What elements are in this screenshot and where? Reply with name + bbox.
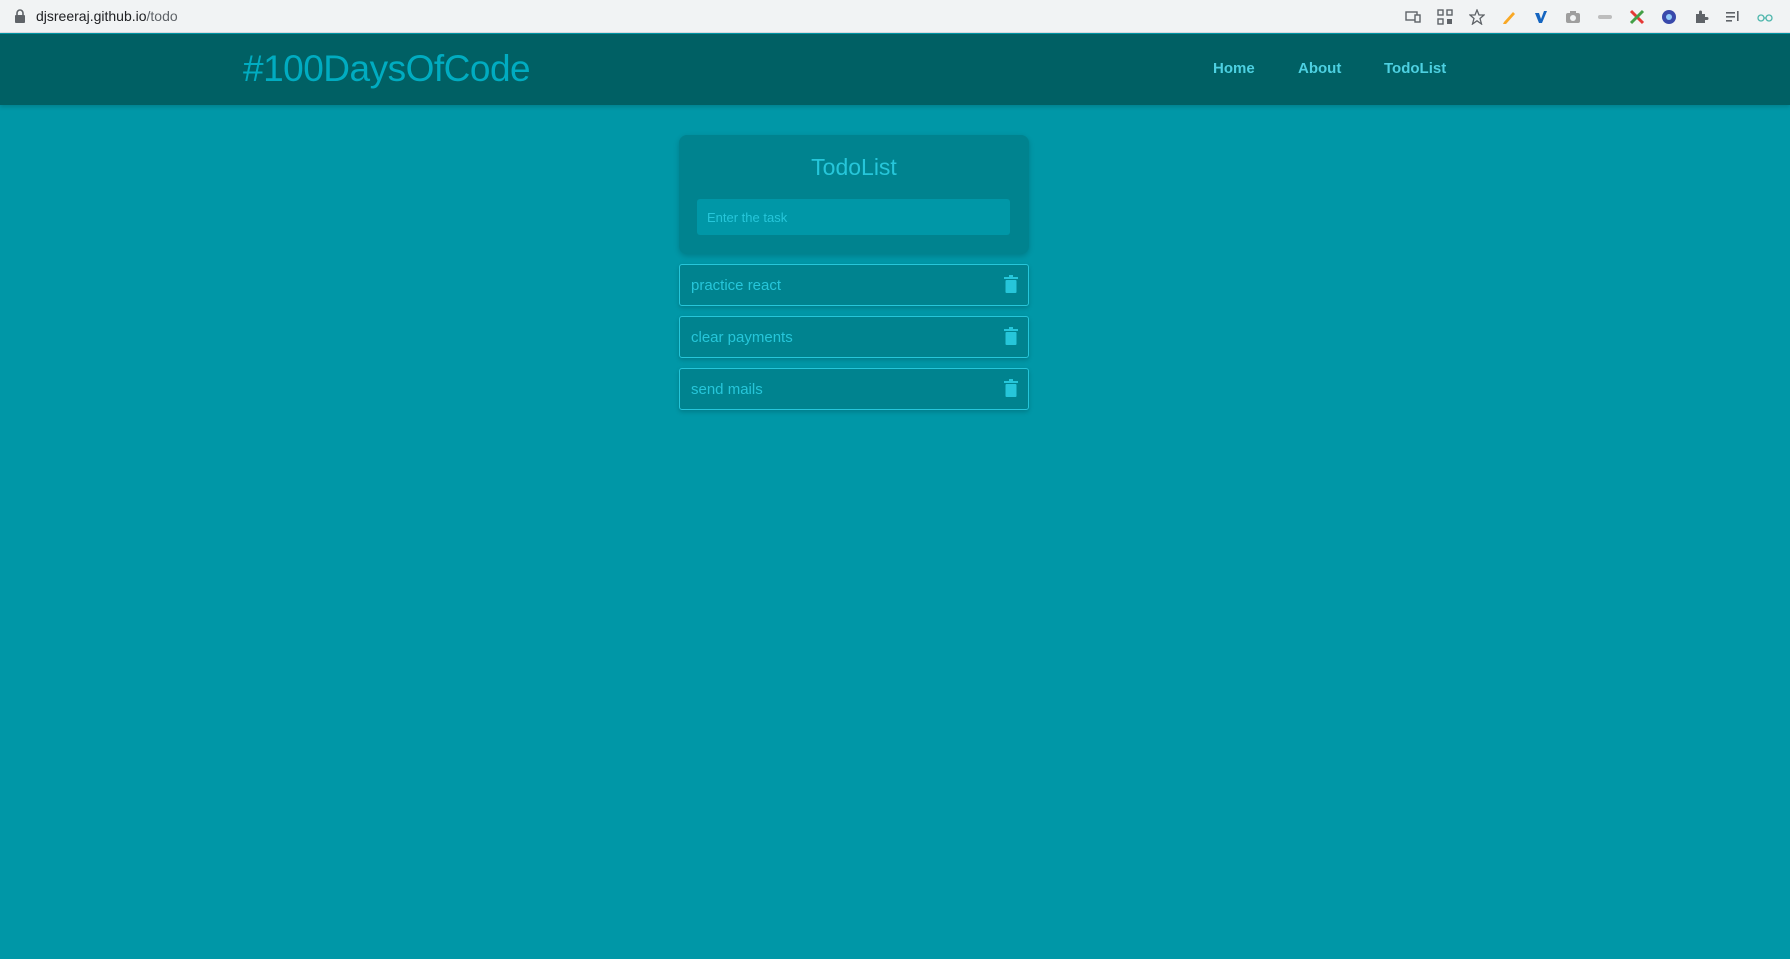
reading-list-icon[interactable]: [1722, 6, 1744, 28]
task-text: practice react: [691, 277, 782, 294]
nav-link-home[interactable]: Home: [1213, 60, 1255, 77]
qr-icon[interactable]: [1434, 6, 1456, 28]
colorful-x-extension-icon[interactable]: [1626, 6, 1648, 28]
url-path: /todo: [146, 8, 178, 24]
trash-icon[interactable]: [1004, 327, 1018, 345]
brand-title[interactable]: #100DaysOfCode: [243, 48, 531, 90]
nav-link-about[interactable]: About: [1298, 60, 1341, 77]
app-header: #100DaysOfCode Home About TodoList: [0, 34, 1790, 105]
blue-circle-extension-icon[interactable]: [1658, 6, 1680, 28]
task-item[interactable]: practice react: [679, 264, 1029, 306]
cmd-extension-icon[interactable]: [1594, 6, 1616, 28]
task-input[interactable]: [697, 199, 1010, 235]
lock-icon[interactable]: [14, 9, 26, 23]
url-host: djsreeraj.github.io: [36, 8, 147, 24]
nav-link-todolist[interactable]: TodoList: [1384, 60, 1446, 77]
todo-title: TodoList: [811, 154, 897, 180]
task-text: send mails: [691, 381, 763, 398]
install-app-icon[interactable]: [1402, 6, 1424, 28]
bookmark-star-icon[interactable]: [1466, 6, 1488, 28]
address-bar[interactable]: djsreeraj.github.io/todo: [36, 8, 178, 24]
glasses-extension-icon[interactable]: [1754, 6, 1776, 28]
extension-toolbar: [1392, 6, 1776, 28]
todo-card: TodoList: [679, 135, 1029, 254]
task-text: clear payments: [691, 329, 793, 346]
pencil-extension-icon[interactable]: [1498, 6, 1520, 28]
task-item[interactable]: clear payments: [679, 316, 1029, 358]
vimeo-extension-icon[interactable]: [1530, 6, 1552, 28]
browser-toolbar: djsreeraj.github.io/todo: [0, 0, 1790, 33]
camera-extension-icon[interactable]: [1562, 6, 1584, 28]
trash-icon[interactable]: [1004, 275, 1018, 293]
trash-icon[interactable]: [1004, 379, 1018, 397]
puzzle-extensions-icon[interactable]: [1690, 6, 1712, 28]
task-item[interactable]: send mails: [679, 368, 1029, 410]
